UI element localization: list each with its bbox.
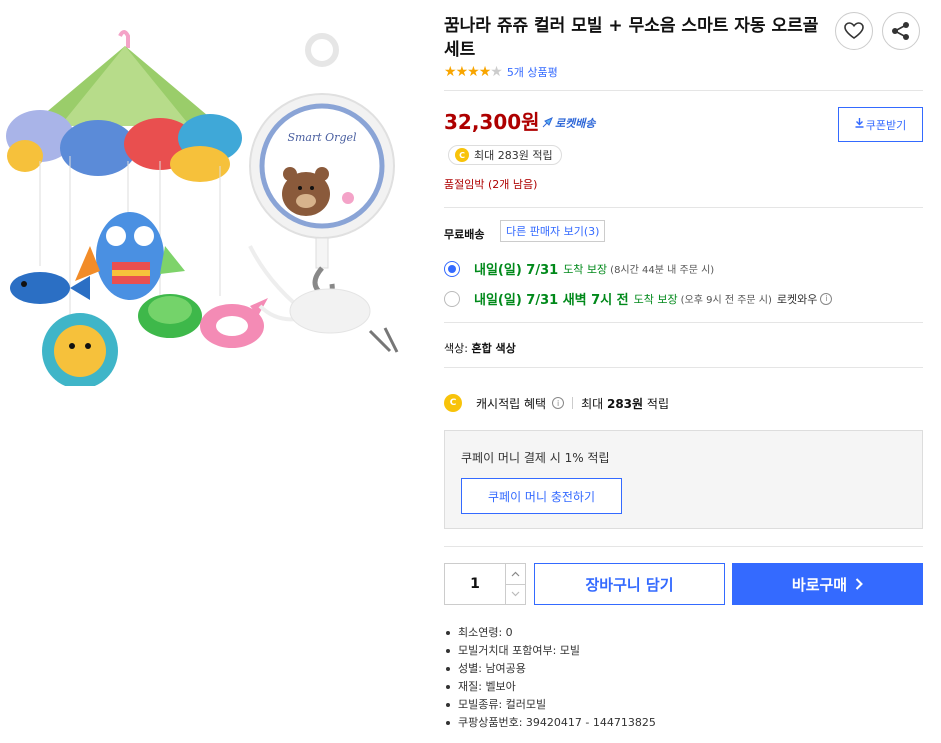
- option-label: 색상:: [444, 342, 468, 355]
- delivery-note: (오후 9시 전 주문 시): [680, 295, 772, 306]
- cash-benefit-row: C 캐시적립 혜택 i 최대 283원 적립: [444, 394, 669, 412]
- quantity-steps: [505, 564, 525, 604]
- stock-warning: 품절임박 (2개 남음): [444, 178, 538, 191]
- other-sellers-button[interactable]: 다른 판매자 보기(3): [500, 220, 606, 242]
- divider: [444, 322, 923, 323]
- cash-max-prefix: 최대: [581, 396, 604, 411]
- attribute-item: 쿠팡상품번호: 39420417 - 144713825: [444, 714, 656, 732]
- coupon-download-button[interactable]: 쿠폰받기: [838, 107, 923, 142]
- delivery-radio[interactable]: [444, 290, 460, 307]
- price: 32,300원: [444, 110, 540, 134]
- points-badge: C 최대 283원 적립: [448, 145, 562, 165]
- chevron-down-icon: [511, 591, 520, 597]
- quantity-decrease-button[interactable]: [506, 583, 525, 605]
- star-icon: ★: [455, 64, 469, 80]
- divider: [444, 207, 923, 208]
- delivery-option[interactable]: 내일(일) 7/31 새벽 7시 전 도착 보장 (오후 9시 전 주문 시) …: [444, 289, 833, 308]
- mobile-illustration: Smart Orgel: [6, 30, 399, 389]
- rocket-wow-label: 로켓와우: [776, 292, 818, 306]
- chevron-right-icon: [855, 578, 864, 590]
- review-count-link[interactable]: 5개 상품평: [507, 64, 558, 80]
- quantity-input[interactable]: [445, 564, 505, 604]
- wishlist-button[interactable]: [835, 12, 873, 50]
- cash-benefit-label: 캐시적립 혜택: [476, 396, 547, 411]
- rating-row: ★★★★★ 5개 상품평: [444, 64, 558, 80]
- coupay-box: 쿠페이 머니 결제 시 1% 적립 쿠페이 머니 충전하기: [444, 430, 923, 529]
- delivery-note: (8시간 44분 내 주문 시): [610, 265, 715, 276]
- attribute-item: 모빌종류: 컬러모빌: [444, 696, 656, 714]
- delivery-date: 내일(일) 7/31: [474, 263, 559, 278]
- attribute-item: 모빌거치대 포함여부: 모빌: [444, 642, 656, 660]
- coin-icon: C: [455, 148, 469, 162]
- quantity-stepper: [444, 563, 526, 605]
- divider: [444, 546, 923, 547]
- share-icon: [892, 22, 909, 40]
- star-rating: ★★★★★: [444, 64, 503, 80]
- cash-max-amount: 283원: [606, 396, 644, 411]
- points-label: 최대 283원 적립: [474, 149, 553, 162]
- attribute-item: 재질: 벨보아: [444, 678, 656, 696]
- buy-now-button[interactable]: 바로구매: [732, 563, 923, 605]
- star-icon: ★: [467, 64, 480, 80]
- separator: [572, 397, 574, 409]
- cash-max-suffix: 적립: [646, 396, 669, 411]
- chevron-up-icon: [511, 571, 520, 577]
- buy-now-label: 바로구매: [791, 575, 848, 594]
- heart-icon: [844, 22, 864, 39]
- star-icon: ★: [490, 64, 503, 80]
- shipping-label: 무료배송: [444, 228, 485, 241]
- option-value: 혼합 색상: [471, 342, 516, 355]
- rocket-delivery-label: 로켓배송: [555, 117, 596, 130]
- add-to-cart-button[interactable]: 장바구니 담기: [534, 563, 725, 605]
- download-icon: [855, 118, 864, 131]
- attribute-item: 최소연령: 0: [444, 624, 656, 642]
- coupay-text: 쿠페이 머니 결제 시 1% 적립: [461, 451, 610, 465]
- share-button[interactable]: [882, 12, 920, 50]
- info-icon[interactable]: i: [820, 292, 833, 305]
- cash-max: 최대 283원 적립: [581, 395, 669, 412]
- divider: [444, 367, 923, 368]
- attribute-item: 성별: 남여공용: [444, 660, 656, 678]
- delivery-option[interactable]: 내일(일) 7/31 도착 보장 (8시간 44분 내 주문 시): [444, 259, 719, 278]
- info-icon[interactable]: i: [552, 397, 565, 409]
- divider: [444, 90, 923, 91]
- product-title: 꿈나라 쥬쥬 컬러 모빌 + 무소음 스마트 자동 오르골 세트: [444, 16, 819, 60]
- star-icon: ★: [478, 64, 492, 80]
- delivery-guarantee: 도착 보장: [563, 262, 608, 276]
- coin-icon: C: [444, 394, 462, 412]
- delivery-radio-selected[interactable]: [444, 260, 460, 277]
- rocket-icon: [542, 117, 553, 128]
- product-attributes: 최소연령: 0 모빌거치대 포함여부: 모빌 성별: 남여공용 재질: 벨보아 …: [444, 624, 656, 732]
- delivery-date: 내일(일) 7/31 새벽 7시 전: [474, 293, 629, 308]
- rocket-delivery-badge: 로켓배송: [541, 115, 595, 131]
- star-icon: ★: [444, 64, 457, 80]
- coupay-charge-button[interactable]: 쿠페이 머니 충전하기: [461, 478, 622, 514]
- coupon-download-label: 쿠폰받기: [865, 118, 907, 132]
- orgel-brand-text: Smart Orgel: [287, 131, 357, 144]
- delivery-guarantee: 도착 보장: [633, 292, 678, 306]
- quantity-increase-button[interactable]: [506, 564, 525, 584]
- product-image: Smart Orgel: [0, 26, 420, 389]
- color-option: 색상: 혼합 색상: [444, 340, 516, 356]
